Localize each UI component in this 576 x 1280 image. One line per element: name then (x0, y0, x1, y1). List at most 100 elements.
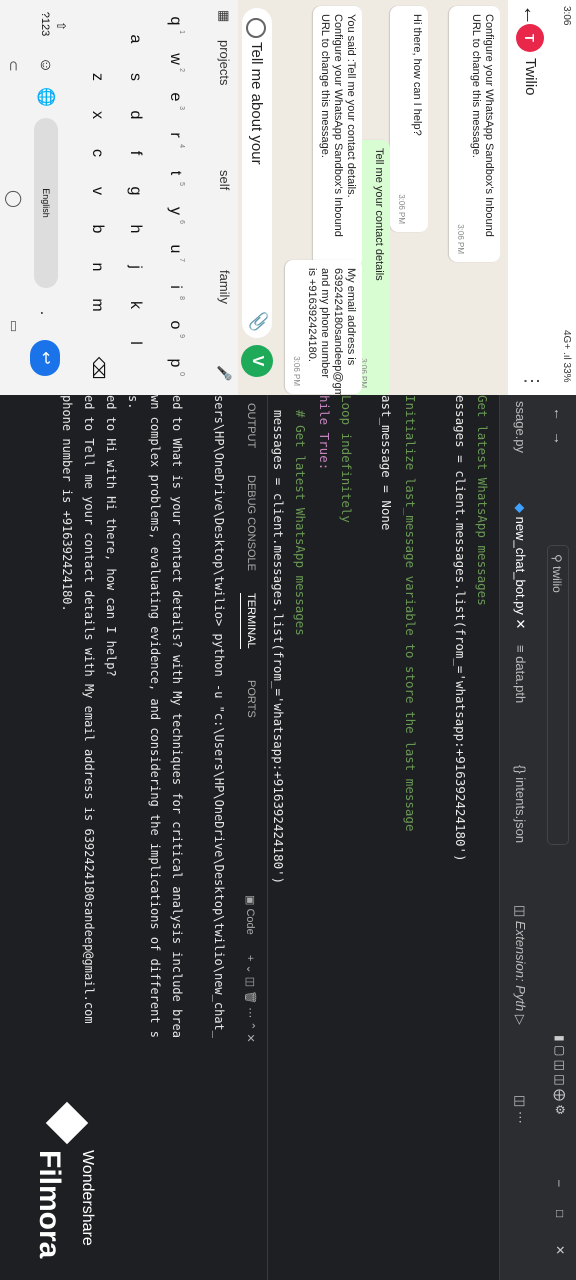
mic-icon[interactable]: 🎤 (216, 365, 232, 381)
key-h[interactable]: h (120, 214, 150, 244)
suggestion[interactable]: family (217, 270, 232, 304)
code-line: messages = client.messages.list(from_='w… (271, 395, 286, 885)
panel-tab-ports[interactable]: PORTS (245, 680, 257, 718)
key-i[interactable]: i8 (160, 272, 190, 302)
panel-tab-terminal[interactable]: TERMINAL (240, 593, 257, 649)
send-button[interactable]: V (241, 345, 273, 377)
tab[interactable]: {} intents.json (513, 765, 528, 843)
message-bubble: Configure your WhatsApp Sandbox's Inboun… (449, 6, 500, 262)
code-line: Loop indefinitely (339, 395, 354, 523)
key-number-hint: 3 (178, 106, 185, 110)
terminal-line: sers\HP\OneDrive\Desktop\twilio> python … (212, 395, 226, 1038)
attach-icon[interactable]: 📎 (248, 311, 268, 332)
watermark-name: Filmora (33, 1150, 66, 1259)
contact-avatar[interactable]: T (516, 24, 544, 52)
key-g[interactable]: g (120, 176, 150, 206)
symbols-key[interactable]: ?123 (30, 0, 60, 48)
new-terminal-icon[interactable]: + ⌄ ◫ 🗑 ⋯ ⌃ ✕ (244, 955, 257, 1043)
key-a[interactable]: a (120, 24, 150, 54)
key-u[interactable]: u7 (160, 234, 190, 264)
key-e[interactable]: e3 (160, 82, 190, 112)
key-l[interactable]: l (120, 328, 150, 358)
key-m[interactable]: m (82, 290, 112, 320)
nav-forward-icon[interactable]: → (551, 431, 567, 445)
key-p[interactable]: p0 (160, 348, 190, 378)
terminal-line: wn complex problems, evaluating evidence… (148, 395, 162, 1038)
globe-icon[interactable]: 🌐 (30, 82, 60, 112)
code-line: # Get latest WhatsApp messages (293, 395, 308, 636)
watermark-brand: Wondershare (79, 1150, 96, 1246)
nav-recents-icon[interactable]: ▭ (6, 320, 22, 332)
message-text: You said :Tell me your contact details. … (319, 14, 357, 237)
message-text: Configure your WhatsApp Sandbox's Inboun… (470, 14, 495, 237)
panel-tab-output[interactable]: OUTPUT (245, 403, 257, 448)
key-q[interactable]: q1 (160, 6, 190, 36)
grid-icon[interactable]: ▦ (216, 10, 232, 22)
emoji-icon[interactable] (246, 18, 266, 38)
status-indicators: 4G+ .ıl 33% (561, 330, 572, 383)
key-v[interactable]: v (82, 176, 112, 206)
python-file-icon: ◆ (513, 503, 528, 513)
key-x[interactable]: x (82, 100, 112, 130)
code-line: Initialize last_message variable to stor… (403, 395, 418, 832)
rotated-screen: 3:06 4G+ .ıl 33% ← T Twilio ⋮ Configure … (0, 0, 576, 1280)
enter-key[interactable]: ↩ (30, 340, 60, 376)
key-c[interactable]: c (82, 138, 112, 168)
key-z[interactable]: z (82, 62, 112, 92)
tab[interactable]: ◫ Extension: Pyth ▷ (512, 905, 528, 1025)
chat-title[interactable]: Twilio (522, 58, 539, 96)
key-k[interactable]: k (120, 290, 150, 320)
message-text: My email address is 6392424180sandeep@gm… (306, 268, 357, 395)
terminal-line: ed to What is your contact details? with… (170, 395, 184, 1038)
status-bar: 3:06 4G+ .ıl 33% (556, 0, 576, 395)
suggestion[interactable]: projects (217, 40, 232, 86)
message-input-text[interactable]: Tell me about your (248, 42, 265, 165)
panel-tab-debug-console[interactable]: DEBUG CONSOLE (245, 475, 257, 571)
backspace-key[interactable]: ⌫ (82, 350, 112, 386)
key-o[interactable]: o9 (160, 310, 190, 340)
command-search[interactable]: ⚲ twilio (547, 545, 569, 845)
vscode-window: ← → ⚲ twilio ▮ ▢ ◫ ◫ ⨁ ⚙ – □ ✕ ssage.py … (0, 395, 576, 1280)
layout-icons[interactable]: ▮ ▢ ◫ ◫ ⨁ ⚙ (553, 1035, 567, 1115)
chat-header: ← T Twilio ⋮ (507, 0, 552, 395)
emoji-key-icon[interactable]: ☺ (30, 50, 60, 80)
key-t[interactable]: t5 (160, 158, 190, 188)
code-editor[interactable]: Get latest WhatsApp messages essages = c… (268, 395, 500, 1280)
nav-back-icon[interactable]: ← (551, 407, 567, 421)
key-w[interactable]: w2 (160, 44, 190, 74)
key-r[interactable]: r4 (160, 120, 190, 150)
code-line: essages = client.messages.list(from_='wh… (453, 395, 468, 862)
message-text: Hi there, how can I help? (411, 14, 423, 136)
message-time: 3:06 PM (292, 356, 301, 386)
split-editor-icon[interactable]: ◫ ⋯ (512, 1095, 528, 1124)
tab[interactable]: ssage.py (513, 401, 528, 453)
back-arrow-icon[interactable]: ← (518, 4, 544, 26)
tab-active[interactable]: ◆ new_chat_bot.py ✕ (512, 503, 528, 629)
key-number-hint: 1 (178, 30, 185, 34)
maximize-icon[interactable]: □ (553, 1210, 567, 1217)
key-y[interactable]: y6 (160, 196, 190, 226)
message-input[interactable]: Tell me about your 📎 (242, 8, 272, 338)
key-j[interactable]: j (120, 252, 150, 282)
nav-back-icon[interactable]: ⊂ (5, 60, 22, 72)
key-b[interactable]: b (82, 214, 112, 244)
more-options-icon[interactable]: ⋮ (521, 372, 542, 390)
whatsapp-phone-panel: 3:06 4G+ .ıl 33% ← T Twilio ⋮ Configure … (0, 0, 576, 395)
chat-messages: Configure your WhatsApp Sandbox's Inboun… (278, 0, 508, 395)
key-s[interactable]: s (120, 62, 150, 92)
space-key[interactable]: English (34, 118, 58, 288)
key-d[interactable]: d (120, 100, 150, 130)
minimize-icon[interactable]: – (553, 1180, 567, 1187)
nav-home-icon[interactable]: ◯ (4, 190, 24, 208)
terminal-profile[interactable]: ▣ Code (244, 895, 257, 935)
code-line: Get latest WhatsApp messages (475, 395, 490, 606)
tab[interactable]: ≡ data.pth (513, 645, 528, 703)
period-key[interactable]: . (30, 298, 60, 328)
key-f[interactable]: f (120, 138, 150, 168)
terminal-line: phone number is +916392424180. (60, 395, 74, 612)
key-n[interactable]: n (82, 252, 112, 282)
suggestion[interactable]: self (217, 170, 232, 190)
title-bar: ← → ⚲ twilio ▮ ▢ ◫ ◫ ⨁ ⚙ – □ ✕ (540, 395, 576, 1280)
key-number-hint: 4 (178, 144, 185, 148)
close-icon[interactable]: ✕ (553, 1245, 567, 1255)
